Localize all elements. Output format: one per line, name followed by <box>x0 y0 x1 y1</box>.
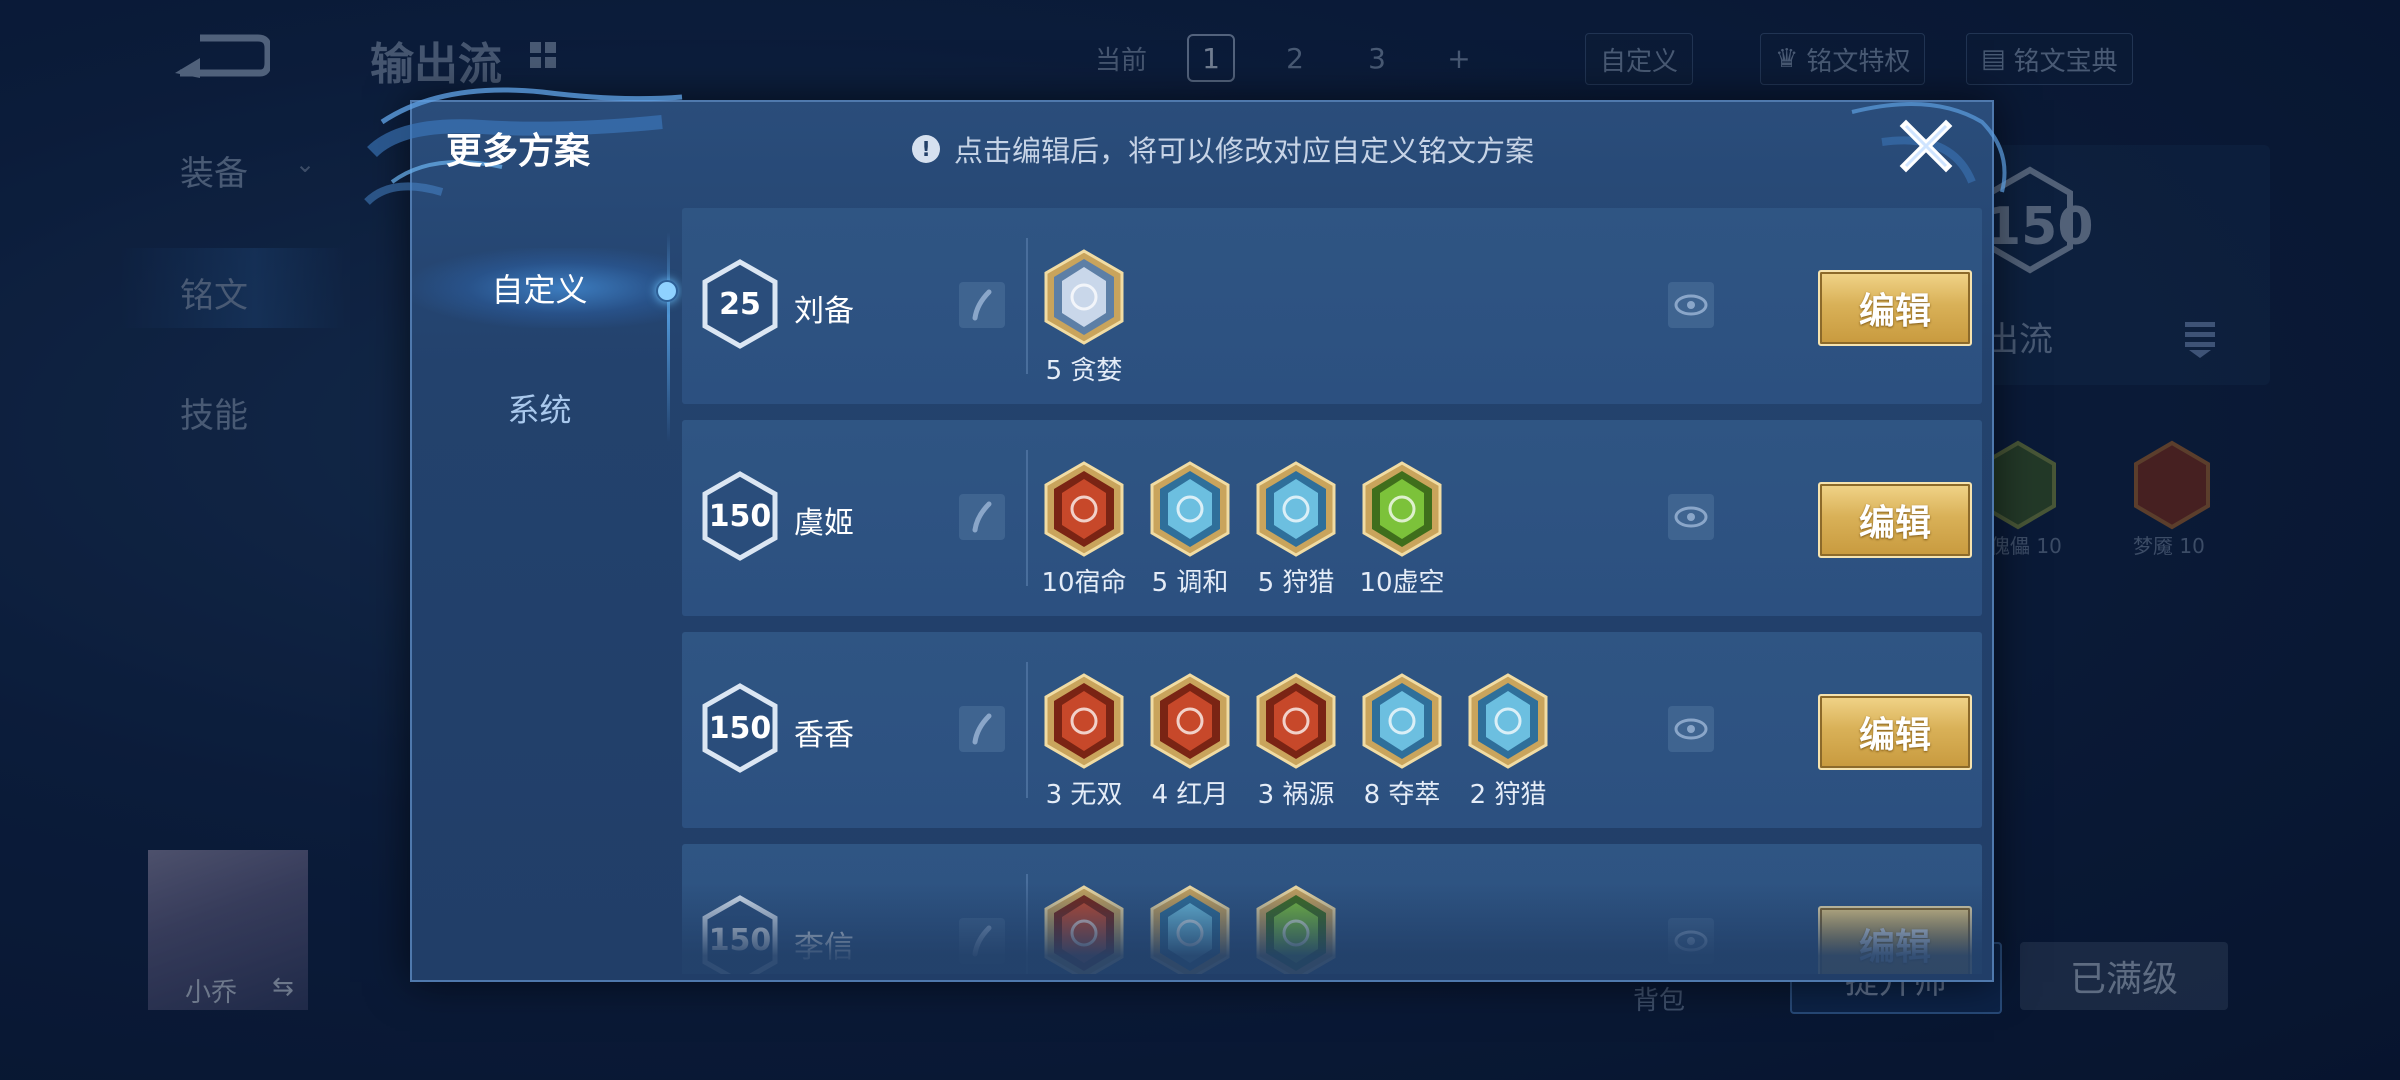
rune-label: 5 贪婪 <box>1045 356 1123 386</box>
row-divider <box>1026 662 1028 798</box>
plan-row: 150 虞姬 10宿命 5 调和 5 狩猎 10虚空 编辑 <box>682 420 1982 616</box>
eye-icon[interactable] <box>1668 282 1714 328</box>
rune-blue-icon[interactable] <box>1148 884 1232 974</box>
modal-title: 更多方案 <box>446 131 591 172</box>
level-number: 150 <box>708 710 772 746</box>
rune-green-icon[interactable] <box>1254 884 1338 974</box>
rune-label: 3 祸源 <box>1257 780 1335 810</box>
close-icon[interactable] <box>1894 114 1958 178</box>
edit-button[interactable]: 编辑 <box>1818 482 1972 558</box>
rune-blue-icon[interactable] <box>1254 460 1338 558</box>
info-icon: ! <box>912 135 940 163</box>
rune-silver-icon[interactable] <box>1042 248 1126 346</box>
rune-label: 8 夺萃 <box>1363 780 1441 810</box>
pen-icon[interactable] <box>959 706 1005 752</box>
rune-red-icon[interactable] <box>1148 672 1232 770</box>
rune-label: 10宿命 <box>1041 568 1127 598</box>
eye-icon[interactable] <box>1668 918 1714 964</box>
rune-green-icon[interactable] <box>1360 460 1444 558</box>
more-plans-modal: 更多方案 ! 点击编辑后，将可以修改对应自定义铭文方案 自定义 系统 25 刘备 5… <box>364 87 2007 982</box>
tab-custom[interactable]: 自定义 <box>412 248 667 328</box>
tab-divider-glow <box>667 232 670 442</box>
plan-row: 25 刘备 5 贪婪 编辑 <box>682 208 1982 404</box>
plan-list[interactable]: 25 刘备 5 贪婪 编辑 150 虞姬 10宿命 5 调和 5 狩猎 10虚空 编辑 150 香香 3 … <box>682 208 1982 974</box>
level-number: 150 <box>708 922 772 958</box>
pen-icon[interactable] <box>959 918 1005 964</box>
hero-name: 虞姬 <box>794 506 854 541</box>
rune-label: 4 红月 <box>1151 780 1229 810</box>
rune-label: 5 狩猎 <box>1257 568 1335 598</box>
rune-red-icon[interactable] <box>1042 460 1126 558</box>
level-number: 150 <box>708 498 772 534</box>
rune-label: 5 调和 <box>1151 568 1229 598</box>
level-number: 25 <box>719 286 761 322</box>
hero-name: 香香 <box>794 718 854 753</box>
edit-button[interactable]: 编辑 <box>1818 694 1972 770</box>
rune-blue-icon[interactable] <box>1148 460 1232 558</box>
rune-label: 10虚空 <box>1359 568 1445 598</box>
edit-button[interactable]: 编辑 <box>1818 270 1972 346</box>
pen-icon[interactable] <box>959 494 1005 540</box>
plan-row: 150 李信 编辑 <box>682 844 1982 974</box>
hint-text: 点击编辑后，将可以修改对应自定义铭文方案 <box>954 134 1535 168</box>
row-divider <box>1026 238 1028 374</box>
row-divider <box>1026 450 1028 586</box>
plan-row: 150 香香 3 无双 4 红月 3 祸源 8 夺萃 2 狩猎 编辑 <box>682 632 1982 828</box>
eye-icon[interactable] <box>1668 706 1714 752</box>
hero-name: 刘备 <box>794 294 854 329</box>
rune-label: 3 无双 <box>1045 780 1123 810</box>
rune-red-icon[interactable] <box>1042 884 1126 974</box>
rune-blue-icon[interactable] <box>1360 672 1444 770</box>
rune-red-icon[interactable] <box>1254 672 1338 770</box>
pen-icon[interactable] <box>959 282 1005 328</box>
eye-icon[interactable] <box>1668 494 1714 540</box>
edit-button[interactable]: 编辑 <box>1818 906 1972 974</box>
rune-red-icon[interactable] <box>1042 672 1126 770</box>
hero-name: 李信 <box>794 930 854 965</box>
row-divider <box>1026 874 1028 974</box>
rune-label: 2 狩猎 <box>1469 780 1547 810</box>
tab-system[interactable]: 系统 <box>412 368 667 448</box>
active-tab-indicator <box>656 280 678 302</box>
hint-bar: ! 点击编辑后，将可以修改对应自定义铭文方案 <box>912 128 1534 170</box>
rune-blue-icon[interactable] <box>1466 672 1550 770</box>
